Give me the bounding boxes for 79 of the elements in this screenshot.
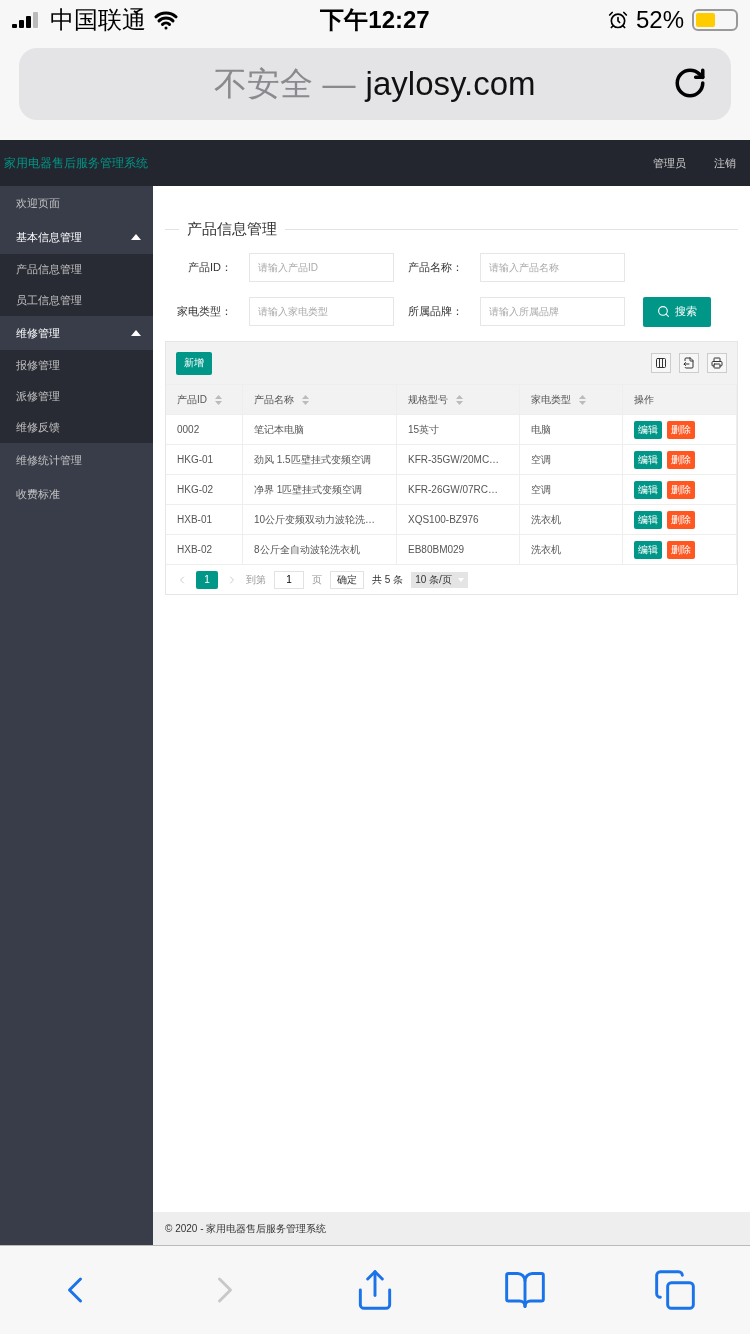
page-input[interactable]: 1 bbox=[274, 570, 304, 589]
columns-icon[interactable] bbox=[651, 353, 671, 373]
menu-group[interactable]: 基本信息管理 bbox=[0, 220, 153, 254]
submenu-item[interactable]: 产品信息管理 bbox=[0, 254, 153, 285]
table-cell: EB80BM029 bbox=[408, 544, 465, 555]
total-count: 共 5 条 bbox=[372, 572, 404, 587]
field-label: 家电类型： bbox=[176, 304, 232, 319]
battery-icon bbox=[692, 9, 738, 31]
carrier-name: 中国联通 bbox=[50, 5, 146, 35]
table-cell: 10公斤变频双动力波轮洗… bbox=[254, 512, 376, 527]
column-header: 操作 bbox=[634, 392, 654, 407]
table-cell: XQS100-BZ976 bbox=[408, 514, 479, 525]
collapse-caret-icon bbox=[131, 330, 141, 336]
alarm-icon bbox=[607, 10, 628, 30]
section-title: 产品信息管理 bbox=[187, 220, 277, 239]
page-unit: 页 bbox=[312, 572, 322, 587]
search-button[interactable]: 搜索 bbox=[643, 296, 711, 327]
confirm-button[interactable]: 确定 bbox=[330, 570, 364, 589]
battery-percent: 52% bbox=[635, 6, 684, 34]
menu-item[interactable]: 欢迎页面 bbox=[0, 186, 153, 220]
edit-button[interactable]: 编辑 bbox=[634, 450, 662, 469]
reload-icon[interactable] bbox=[673, 66, 707, 100]
edit-button[interactable]: 编辑 bbox=[634, 510, 662, 529]
input-field[interactable]: 请输入产品名称 bbox=[480, 253, 625, 282]
collapse-caret-icon bbox=[131, 234, 141, 240]
field-label: 产品ID： bbox=[187, 260, 232, 275]
domain-text: jaylosy.com bbox=[365, 65, 536, 103]
address-bar[interactable]: 不安全 — jaylosy.com bbox=[19, 48, 731, 120]
table-cell: 劲风 1.5匹壁挂式变频空调 bbox=[254, 452, 371, 467]
security-label: 不安全 — bbox=[214, 63, 356, 104]
add-button[interactable]: 新增 bbox=[176, 351, 212, 375]
table-cell: 空调 bbox=[531, 482, 551, 497]
column-header[interactable]: 产品名称 bbox=[254, 392, 294, 407]
column-header[interactable]: 产品ID bbox=[177, 392, 207, 407]
table-cell: 洗衣机 bbox=[531, 542, 561, 557]
app-title: 家用电器售后服务管理系统 bbox=[4, 154, 149, 172]
edit-button[interactable]: 编辑 bbox=[634, 480, 662, 499]
input-field[interactable]: 请输入家电类型 bbox=[249, 297, 394, 326]
footer-text: © 2020 - 家用电器售后服务管理系统 bbox=[153, 1212, 750, 1245]
table-cell: HXB-01 bbox=[177, 514, 212, 525]
menu-item[interactable]: 维修统计管理 bbox=[0, 443, 153, 477]
page-button[interactable]: 1 bbox=[196, 570, 218, 589]
table-cell: 空调 bbox=[531, 452, 551, 467]
table-cell: 笔记本电脑 bbox=[254, 422, 304, 437]
table-cell: HKG-01 bbox=[177, 454, 214, 465]
search-icon bbox=[657, 305, 670, 318]
submenu-item[interactable]: 报修管理 bbox=[0, 350, 153, 381]
column-header[interactable]: 家电类型 bbox=[531, 392, 571, 407]
submenu-item[interactable]: 维修反馈 bbox=[0, 412, 153, 443]
print-icon[interactable] bbox=[707, 353, 727, 373]
header-link[interactable]: 管理员 bbox=[639, 155, 700, 171]
table-cell: KFR-26GW/07RC… bbox=[408, 484, 498, 495]
field-label: 所属品牌： bbox=[407, 304, 463, 319]
table-cell: 洗衣机 bbox=[531, 512, 561, 527]
column-header[interactable]: 规格型号 bbox=[408, 392, 448, 407]
header-link[interactable]: 注销 bbox=[700, 155, 750, 171]
input-field[interactable]: 请输入产品ID bbox=[249, 253, 394, 282]
goto-label: 到第 bbox=[246, 572, 266, 587]
edit-button[interactable]: 编辑 bbox=[634, 420, 662, 439]
clock-time: 下午12:27 bbox=[320, 5, 430, 35]
field-label: 产品名称： bbox=[407, 260, 463, 275]
submenu-item[interactable]: 员工信息管理 bbox=[0, 285, 153, 316]
table-cell: 0002 bbox=[177, 424, 200, 435]
dropdown-caret-icon bbox=[457, 577, 464, 582]
export-icon[interactable] bbox=[679, 353, 699, 373]
menu-group[interactable]: 维修管理 bbox=[0, 316, 153, 350]
table-cell: KFR-35GW/20MC… bbox=[408, 454, 500, 465]
submenu-item[interactable]: 派修管理 bbox=[0, 381, 153, 412]
table-cell: 15英寸 bbox=[408, 422, 440, 437]
input-field[interactable]: 请输入所属品牌 bbox=[480, 297, 625, 326]
page-size-select[interactable]: 10 条/页 bbox=[411, 571, 468, 588]
edit-button[interactable]: 编辑 bbox=[634, 540, 662, 559]
table-cell: 8公斤全自动波轮洗衣机 bbox=[254, 542, 360, 557]
table-cell: HXB-02 bbox=[177, 544, 212, 555]
tabs-icon[interactable] bbox=[653, 1268, 697, 1312]
table-cell: HKG-02 bbox=[177, 484, 214, 495]
menu-item[interactable]: 收费标准 bbox=[0, 477, 153, 511]
table-cell: 电脑 bbox=[531, 422, 551, 437]
table-cell: 净界 1匹壁挂式变频空调 bbox=[254, 482, 363, 497]
